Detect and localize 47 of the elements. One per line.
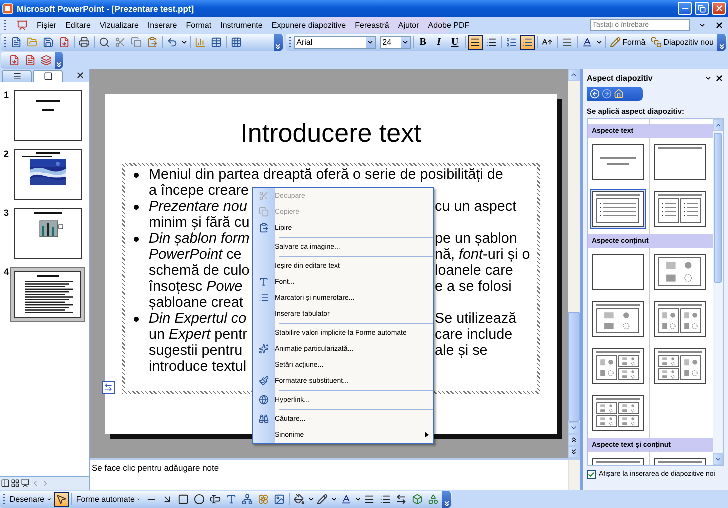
task-pane-title: Aspect diapozitiv: [587, 74, 654, 83]
bullet-text: PowerPoint ce: [149, 247, 243, 263]
new-slide-button[interactable]: Diapozitiv nou: [648, 34, 716, 50]
menu-item[interactable]: Expunere diapozitive: [272, 20, 346, 30]
bullet-text: însoțesc Powe: [149, 279, 244, 295]
text-style-button[interactable]: I: [432, 34, 447, 50]
window-title: Microsoft PowerPoint - [Prezentare test.ppt]: [17, 4, 196, 14]
bullet-text: pe un șablon: [435, 231, 518, 247]
bullet-text: schemă de culo: [149, 263, 249, 279]
bullet-text: care include: [435, 327, 513, 343]
bullet-text: Din Expertul co: [149, 311, 248, 327]
slide-number: 4: [4, 267, 10, 277]
slide-number: 2: [4, 149, 10, 159]
bullet-text: Din șablon form: [149, 231, 249, 247]
draw-menu-button[interactable]: Desenare: [8, 492, 54, 506]
bullet-text: Prezentare nou: [149, 199, 248, 215]
bullet-text: introduce textul: [149, 359, 247, 375]
menu-item[interactable]: Inserare: [148, 20, 178, 30]
bullet-text: Meniul din partea dreaptă oferă o serie de posibilități de: [149, 167, 504, 183]
menu-item[interactable]: Adobe PDF: [428, 20, 470, 30]
bullet-text: loanele care: [435, 263, 514, 279]
font-field[interactable]: Arial: [294, 36, 376, 48]
text-style-button[interactable]: U: [448, 34, 463, 50]
bullet-text: minim și fără cu: [149, 215, 250, 231]
bullet-text: un Expert pentr: [149, 327, 248, 343]
bullet-text: Se utilizează: [435, 311, 517, 327]
bullet-text: e a se folosi: [435, 279, 512, 295]
bullet-text: șabloane creat: [149, 295, 244, 311]
bullet-text: sugestii pentru: [149, 343, 244, 359]
text-style-button[interactable]: B: [416, 34, 431, 50]
menu-item[interactable]: Vizualizare: [100, 20, 139, 30]
slide-number: 1: [4, 90, 10, 100]
slide-title: Introducere text: [240, 118, 422, 149]
menu-item[interactable]: Instrumente: [220, 20, 263, 30]
bullet-text: nă, font-uri și o: [435, 247, 530, 263]
menu-item[interactable]: Fișier: [37, 20, 57, 30]
bullet-text: a începe creare: [149, 183, 249, 199]
menu-item[interactable]: Ajutor: [398, 20, 420, 30]
menu-item[interactable]: Editare: [66, 20, 91, 30]
menu-item[interactable]: Format: [186, 20, 212, 30]
bullet-text: cu un aspect: [435, 199, 517, 215]
autoshapes-button[interactable]: Forme automate: [74, 492, 143, 506]
shape-button[interactable]: Formă: [608, 34, 648, 50]
bullet-text: ale și se: [435, 343, 488, 359]
slide-number: 3: [4, 208, 10, 218]
font-size-field[interactable]: 24: [380, 36, 411, 48]
menu-item[interactable]: Fereastră: [355, 20, 390, 30]
